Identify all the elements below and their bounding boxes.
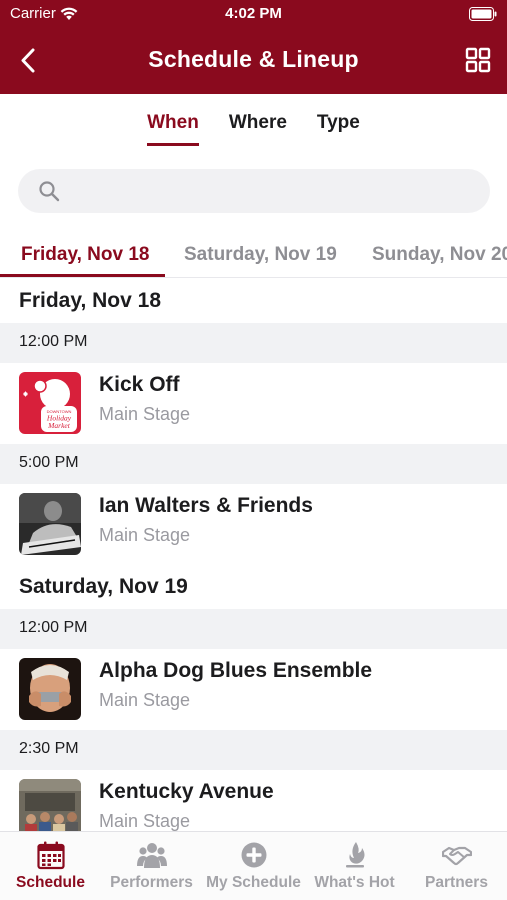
event-row[interactable]: Kentucky Avenue Main Stage [0,770,507,831]
handshake-icon [441,846,472,866]
event-venue: Main Stage [99,811,191,831]
calendar-icon [36,841,65,870]
nav-bar: Schedule & Lineup [0,36,507,86]
thumb-text-market: Market [47,421,71,430]
filter-tabs: When Where Type [0,110,507,146]
date-tab-saturday[interactable]: Saturday, Nov 19 [184,244,337,266]
event-name: Kentucky Avenue [99,780,274,803]
tab-my-schedule[interactable]: My Schedule [203,832,304,900]
tab-label: Schedule [16,874,85,891]
event-name: Kick Off [99,373,180,396]
tab-schedule[interactable]: Schedule [0,832,101,900]
tab-partners[interactable]: Partners [406,832,507,900]
event-thumbnail-pianist [19,493,81,555]
tab-label: Performers [110,874,193,891]
tab-label: What's Hot [314,874,395,891]
date-tab-sunday[interactable]: Sunday, Nov 20 [372,244,507,266]
tab-label: My Schedule [206,874,301,891]
tab-performers[interactable]: Performers [101,832,202,900]
date-tab-indicator [0,274,165,277]
search-icon [39,181,60,202]
event-thumbnail-band [19,779,81,831]
battery-icon [469,7,497,21]
time-header: 5:00 PM [0,444,507,484]
tab-label: Partners [425,874,488,891]
event-thumbnail-harmonica [19,658,81,720]
event-venue: Main Stage [99,690,191,710]
tab-whats-hot[interactable]: What's Hot [304,832,405,900]
flame-icon [345,842,364,868]
time-header: 2:30 PM [0,730,507,770]
plus-circle-icon [241,842,266,868]
event-thumbnail-holiday-market: DOWNTOWN Holiday Market [19,372,81,434]
event-row[interactable]: DOWNTOWN Holiday Market Kick Off Main St… [0,363,507,444]
app-header: Carrier 4:02 PM Schedule & Lineup [0,0,507,94]
day-header: Saturday, Nov 19 [0,565,507,609]
filter-tab-type[interactable]: Type [317,110,360,146]
event-row[interactable]: Alpha Dog Blues Ensemble Main Stage [0,649,507,730]
time-header: 12:00 PM [0,609,507,649]
event-name: Alpha Dog Blues Ensemble [99,659,373,682]
filter-tab-where[interactable]: Where [229,110,287,146]
page-title: Schedule & Lineup [148,46,359,72]
people-icon [136,843,167,868]
status-bar: Carrier 4:02 PM [0,0,507,28]
event-row[interactable]: Ian Walters & Friends Main Stage [0,484,507,565]
tab-bar: Schedule Performers My Schedule What's H… [0,831,507,900]
date-tab-friday[interactable]: Friday, Nov 18 [21,244,149,266]
time-header: 12:00 PM [0,323,507,363]
date-tabs: Friday, Nov 18 Saturday, Nov 19 Sunday, … [0,236,507,278]
grid-icon[interactable] [465,47,491,73]
search-input[interactable] [72,169,472,213]
event-venue: Main Stage [99,525,191,545]
day-header: Friday, Nov 18 [0,279,507,323]
filter-tab-when[interactable]: When [147,110,199,146]
schedule-list[interactable]: Friday, Nov 18 12:00 PM DOWNTOWN Holiday… [0,279,507,831]
event-name: Ian Walters & Friends [99,494,313,517]
status-time: 4:02 PM [225,5,282,22]
chevron-left-icon[interactable] [14,46,44,76]
event-venue: Main Stage [99,404,191,424]
search-box[interactable] [18,169,490,213]
